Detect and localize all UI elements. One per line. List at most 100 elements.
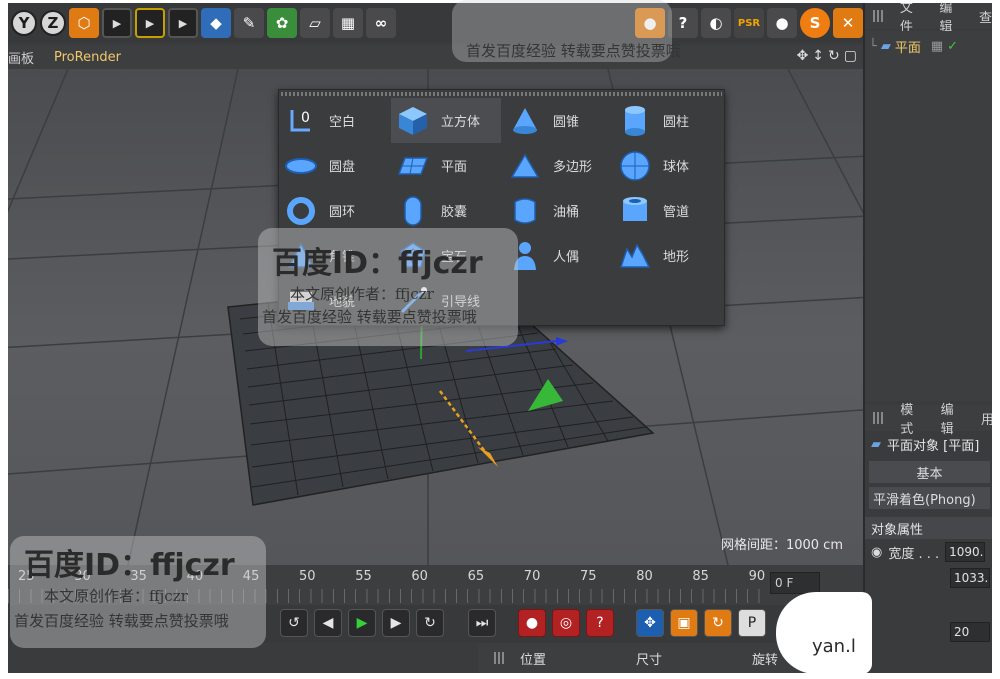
tab-phong[interactable]: 平滑着色(Phong) [869, 487, 990, 509]
go-to-end-icon[interactable]: ↻ [416, 609, 444, 637]
next-key-icon[interactable]: ▶ [382, 609, 410, 637]
rotate-key-icon[interactable]: ↻ [704, 609, 732, 637]
psr-button[interactable]: PSR [734, 8, 764, 38]
primitive-item[interactable]: 圆环 [279, 188, 389, 233]
deformer-icon[interactable]: ▱ [300, 8, 330, 38]
pen-tool-icon[interactable]: ✎ [234, 8, 264, 38]
record-key-icon[interactable]: ● [518, 609, 546, 637]
primitive-item[interactable]: 人偶 [503, 233, 613, 278]
primitive-label: 胶囊 [441, 205, 468, 220]
plane-icon [395, 148, 431, 184]
attr-object-name: 平面对象 [平面] [887, 438, 980, 454]
null-icon: 0 [283, 103, 319, 139]
plane-object-icon: ▰ [880, 38, 891, 54]
viewport-menu-partial[interactable]: 画板 [8, 48, 34, 67]
primitive-item[interactable]: 圆盘 [279, 143, 389, 188]
cube-icon [395, 103, 431, 139]
primitive-label: 圆柱 [663, 115, 690, 130]
primitive-label: 圆盘 [329, 160, 356, 175]
coord-size: 尺寸 [636, 652, 663, 668]
timeline-tick: 85 [692, 569, 709, 584]
go-to-start-icon[interactable]: ↺ [280, 609, 308, 637]
cylinder-icon [617, 103, 653, 139]
timeline-tick: 50 [299, 569, 316, 584]
primitive-label: 立方体 [441, 115, 481, 130]
material-drop-icon[interactable]: ● [767, 8, 797, 38]
popup-drag-handle[interactable] [281, 92, 722, 96]
object-manager-list[interactable] [865, 31, 992, 401]
attr-grip-icon[interactable] [873, 412, 885, 424]
snap-icon[interactable]: ◐ [701, 8, 731, 38]
cube-tool-icon[interactable]: ◆ [201, 8, 231, 38]
width-radio-icon[interactable]: ◉ [871, 545, 882, 560]
previous-key-icon[interactable]: ◀ [314, 609, 342, 637]
s-plugin-button[interactable]: S [800, 8, 830, 38]
last-frame-icon[interactable]: ⏭ [468, 609, 496, 637]
panel-grip-icon[interactable] [873, 10, 884, 22]
width-label: 宽度 . . . [888, 546, 940, 562]
primitive-item[interactable]: 管道 [613, 188, 723, 233]
attribute-manager-menu: 模式 编辑 用 [865, 403, 992, 437]
primitive-item[interactable]: 圆柱 [613, 98, 723, 143]
play-icon[interactable]: ▶ [348, 609, 376, 637]
object-props-header: 对象属性 [865, 517, 992, 539]
render-settings-icon[interactable]: ▶ [168, 8, 198, 38]
watermark-line2: 首发百度经验 转载要点赞投票哦 [262, 308, 477, 326]
render-picture-icon[interactable]: ▶ [135, 8, 165, 38]
z-axis-button[interactable]: Z [40, 10, 66, 36]
explode-icon[interactable]: ✕ [833, 8, 863, 38]
y-axis-button[interactable]: Y [11, 10, 37, 36]
cone-icon [507, 103, 543, 139]
segment-field[interactable]: 20 [950, 622, 990, 642]
tag-icon[interactable]: ? [668, 8, 698, 38]
primitive-item[interactable]: 胶囊 [391, 188, 501, 233]
subdivision-icon[interactable]: ✿ [267, 8, 297, 38]
primitive-item[interactable]: 多边形 [503, 143, 613, 188]
menu-view-partial[interactable]: 查 [979, 7, 992, 26]
current-frame-field[interactable]: 0 F [770, 572, 820, 594]
object-name[interactable]: 平面 [895, 37, 921, 56]
primitive-item[interactable]: 0 空白 [279, 98, 389, 143]
object-row-plane[interactable]: └ ▰ 平面 ▦ ✓ [865, 35, 992, 57]
tree-line: └ [869, 38, 877, 54]
viewport-nav: ✥ ↕ ↻ ▢ [797, 48, 857, 64]
height-field[interactable]: 1033. [950, 568, 990, 588]
width-field[interactable]: 1090. [945, 542, 986, 562]
move-view-icon[interactable]: ✥ [797, 48, 809, 64]
prorender-menu[interactable]: ProRender [54, 50, 121, 65]
move-key-icon[interactable]: ✥ [636, 609, 664, 637]
primitive-item[interactable]: 油桶 [503, 188, 613, 233]
keyframe-selection-icon[interactable]: ? [586, 609, 614, 637]
timeline-tick: 65 [467, 569, 485, 584]
primitive-item[interactable]: 圆锥 [503, 98, 613, 143]
param-key-icon[interactable]: P [738, 609, 766, 637]
primitive-item[interactable]: 地形 [613, 233, 723, 278]
menu-user-partial[interactable]: 用 [981, 409, 992, 428]
primitive-item[interactable]: 球体 [613, 143, 723, 188]
coord-rotation: 旋转 [752, 652, 779, 668]
camera-icon[interactable]: ∞ [366, 8, 396, 38]
toggle-layout-icon[interactable]: ▢ [844, 48, 857, 64]
primitive-item[interactable]: 立方体 [391, 98, 501, 143]
autokey-icon[interactable]: ◎ [552, 609, 580, 637]
render-view-icon[interactable]: ▶ [102, 8, 132, 38]
rotate-view-icon[interactable]: ↻ [828, 48, 840, 64]
segment-row: 20 [865, 619, 992, 645]
menu-mode[interactable]: 模式 [900, 399, 924, 437]
tab-basic[interactable]: 基本 [869, 461, 990, 483]
watermark-fragment: yan.l [812, 636, 856, 657]
scene-icon[interactable]: ▦ [333, 8, 363, 38]
attribute-manager: 模式 编辑 用 ▰ 平面对象 [平面] 基本 平滑着色(Phong) 对象属性 … [865, 403, 992, 673]
scale-key-icon[interactable]: ▣ [670, 609, 698, 637]
sphere-icon [617, 148, 653, 184]
primitive-item[interactable]: 平面 [391, 143, 501, 188]
dolly-view-icon[interactable]: ↕ [812, 48, 824, 64]
disc-icon [283, 148, 319, 184]
coordinate-system-icon[interactable]: ⬡ [69, 8, 99, 38]
popup-column-4: 圆柱球体 管道 地形 [613, 98, 723, 278]
menu-attr-edit[interactable]: 编辑 [941, 399, 965, 437]
visible-check-icon[interactable]: ✓ [947, 39, 958, 54]
primitive-label: 油桶 [553, 205, 580, 220]
coord-grip-icon[interactable] [494, 652, 506, 664]
layer-icon[interactable]: ▦ [931, 39, 943, 54]
